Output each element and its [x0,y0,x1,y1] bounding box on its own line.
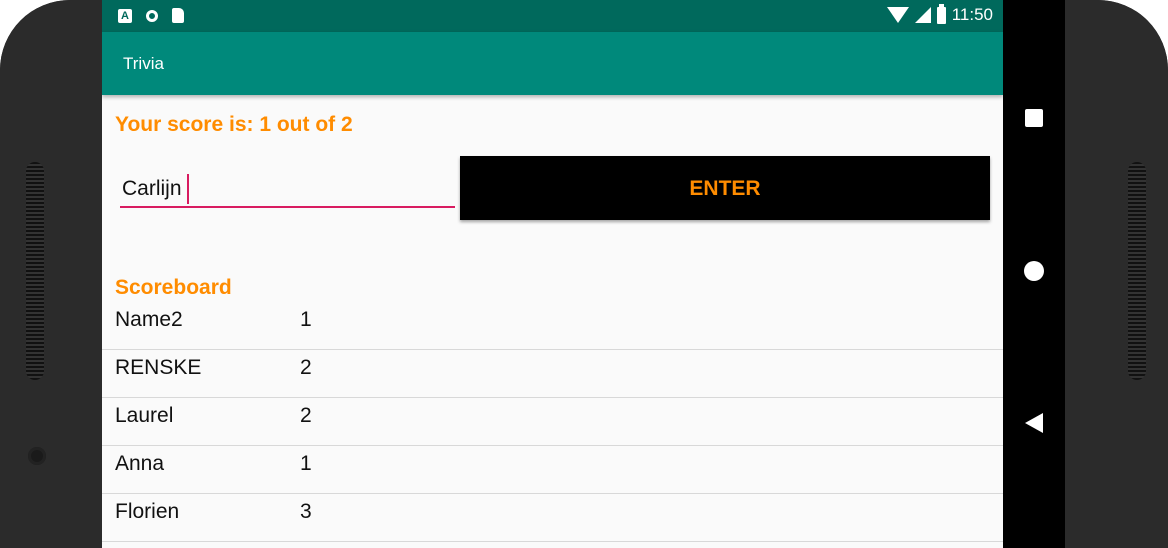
device-frame: A 11:50 Trivia Your score is: 1 out of 2… [0,0,1168,548]
text-cursor [187,174,189,204]
wifi-icon [886,7,909,23]
recents-square-icon[interactable] [1025,109,1043,127]
player-score: 2 [300,404,312,427]
back-triangle-icon[interactable] [1025,413,1043,433]
navigation-bar [1003,0,1065,548]
app-window: A 11:50 Trivia Your score is: 1 out of 2… [102,0,1003,548]
player-score: 3 [300,500,312,523]
player-name: Name2 [115,308,183,331]
player-name: RENSKE [115,356,202,379]
sd-card-icon [172,8,184,23]
player-name: Laurel [115,404,174,427]
enter-button[interactable]: ENTER [460,156,990,220]
list-item[interactable]: Anna 1 [102,446,1003,494]
list-item[interactable]: RENSKE 2 [102,350,1003,398]
app-title: Trivia [123,54,164,73]
circle-icon [146,9,158,22]
cell-signal-icon [914,7,931,23]
player-score: 2 [300,356,312,379]
score-text: Your score is: 1 out of 2 [115,113,353,136]
list-item[interactable]: Laurel 2 [102,398,1003,446]
status-icons-right: 11:50 [886,3,993,25]
front-sensor [28,447,46,465]
status-time: 11:50 [951,5,993,24]
device-bezel-left [0,0,102,548]
a-icon: A [118,8,132,23]
list-item[interactable]: Name2 1 [102,302,1003,350]
name-input[interactable] [120,172,455,208]
list-item[interactable]: Florien 3 [102,494,1003,542]
home-circle-icon[interactable] [1024,261,1044,281]
scoreboard-list: Name2 1 RENSKE 2 Laurel 2 Anna 1 Florien [102,302,1003,542]
status-icons-left: A [118,8,184,23]
battery-icon [936,3,946,24]
player-name: Florien [115,500,180,523]
scoreboard-title: Scoreboard [115,276,232,299]
device-bezel-right [1065,0,1168,548]
player-score: 1 [300,452,312,475]
player-name: Anna [115,452,165,475]
speaker-grille-right [1128,162,1146,380]
app-bar: Trivia [102,32,1003,95]
status-bar: A 11:50 [102,0,1003,32]
speaker-grille-left [26,162,44,380]
player-score: 1 [300,308,312,331]
screen: A 11:50 Trivia Your score is: 1 out of 2… [102,0,1065,548]
